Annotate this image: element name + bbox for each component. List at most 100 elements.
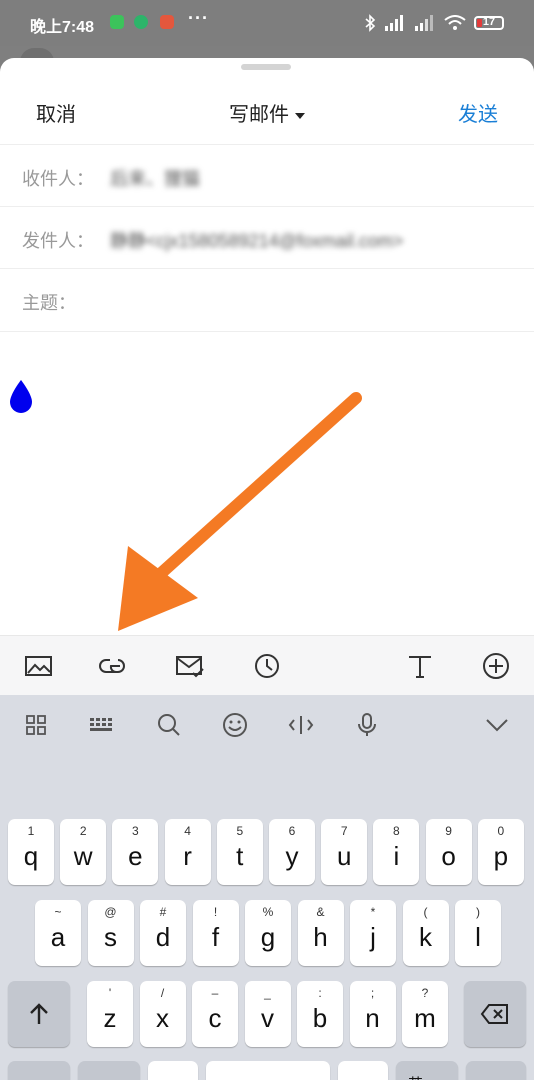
sender-field[interactable]: 发件人： 静静<cjx1580589214@foxmail.com> [0, 206, 534, 269]
key-x[interactable]: / x [139, 981, 186, 1047]
key-z[interactable]: ' z [87, 981, 133, 1047]
status-bar: 晚上7:48 ··· 17 [0, 0, 534, 46]
key-label: b [312, 1003, 328, 1033]
sender-value: 静静<cjx1580589214@foxmail.com> [110, 231, 404, 251]
key-label: u [336, 841, 352, 871]
emoji-icon[interactable] [220, 711, 250, 739]
key-label: d [155, 922, 171, 952]
compose-title[interactable]: 写邮件 [0, 98, 534, 127]
period-key[interactable]: 。 [338, 1061, 388, 1080]
key-q[interactable]: 1q [8, 819, 54, 885]
key-label: w [73, 841, 93, 871]
space-key[interactable]: space [206, 1061, 330, 1080]
keyboard-icon[interactable] [87, 711, 117, 739]
text-format-icon[interactable] [405, 652, 435, 680]
cursor-icon[interactable] [286, 711, 316, 739]
key-d[interactable]: # d [140, 900, 186, 966]
add-icon[interactable] [481, 652, 511, 680]
key-f[interactable]: ! f [192, 900, 239, 966]
comma-key-label: ， [148, 1061, 198, 1080]
key-h[interactable]: & h [297, 900, 344, 966]
key-hint: 0 [497, 824, 505, 838]
body-editor[interactable] [0, 332, 534, 634]
key-hint: 3 [132, 824, 139, 838]
search-icon[interactable] [154, 711, 184, 739]
clock-icon[interactable] [252, 652, 282, 680]
key-label: k [419, 922, 432, 952]
key-hint: ! [213, 905, 218, 919]
symbols-key[interactable]: 符 [8, 1061, 70, 1080]
key-k[interactable]: (k [402, 900, 449, 966]
key-e[interactable]: 3e [112, 819, 159, 885]
key-label: o [441, 841, 456, 871]
key-hint: 2 [79, 824, 87, 838]
key-v[interactable]: _ v [244, 981, 291, 1047]
key-label: n [365, 1003, 380, 1033]
send-button[interactable]: 发送 [458, 98, 498, 127]
arrow-up-icon [30, 1003, 48, 1024]
key-c[interactable]: – c [192, 981, 238, 1047]
grid-icon[interactable] [22, 711, 52, 739]
key-label: j [370, 922, 376, 952]
key-label: q [23, 841, 39, 871]
symbols-key-label: 符 [8, 1061, 70, 1080]
key-hint: : [318, 986, 322, 1000]
key-s[interactable]: @ s [87, 900, 134, 966]
image-icon[interactable] [24, 652, 54, 680]
microphone-icon[interactable] [352, 711, 382, 739]
mail-check-icon[interactable] [175, 652, 205, 680]
signal2-icon [415, 15, 433, 31]
key-hint: 9 [445, 824, 452, 838]
key-label: t [236, 841, 244, 871]
recipient-value: 后来、狸猫 [110, 169, 200, 189]
backspace-key[interactable] [464, 981, 526, 1047]
subject-label: 主题： [22, 293, 76, 313]
numbers-key-label: 123 [78, 1061, 140, 1080]
enter-key[interactable] [466, 1061, 526, 1080]
key-o[interactable]: 9o [425, 819, 472, 885]
shift-key[interactable] [8, 981, 70, 1047]
key-b[interactable]: :b [297, 981, 343, 1047]
key-g[interactable]: % g [245, 900, 291, 966]
key-j[interactable]: * j [350, 900, 396, 966]
key-i[interactable]: 8i [373, 819, 420, 885]
key-hint: * [370, 905, 376, 919]
recipient-field[interactable]: 收件人： 后来、狸猫 [0, 144, 534, 207]
key-label: c [208, 1003, 222, 1033]
key-t[interactable]: 5t [216, 819, 263, 885]
numbers-key[interactable]: 123 [78, 1061, 140, 1080]
key-label: s [104, 922, 117, 952]
status-time: 晚上7:48 [30, 19, 95, 36]
language-en-label: 英 [408, 1073, 423, 1080]
key-label: e [128, 841, 143, 871]
link-icon[interactable] [98, 652, 128, 680]
key-p[interactable]: 0p [477, 819, 524, 885]
format-toolbar [0, 635, 534, 696]
key-label: a [50, 922, 66, 952]
sender-label: 发件人： [22, 231, 94, 251]
key-l[interactable]: ) l [455, 900, 501, 966]
cursor-drop-icon[interactable] [8, 378, 34, 414]
keyboard: 1q2w3e4r5t6y7u8i9o0p ~ a @ s # d! f% g & h * j(k) l … [0, 695, 534, 1080]
key-n[interactable]: ; n [349, 981, 396, 1047]
chevron-down-icon [295, 112, 305, 119]
key-a[interactable]: ~ a [35, 900, 81, 966]
language-switch-key[interactable]: 英 中 [396, 1061, 458, 1080]
comma-key[interactable]: ， [148, 1061, 198, 1080]
key-y[interactable]: 6y [269, 819, 315, 885]
key-hint: # [159, 905, 167, 919]
key-hint: 7 [340, 824, 348, 838]
key-hint: 5 [236, 824, 244, 838]
signal-icon [385, 15, 403, 31]
backspace-icon [480, 1004, 508, 1024]
key-r[interactable]: 4r [164, 819, 211, 885]
key-m[interactable]: ? m [402, 981, 448, 1047]
chevron-down-icon[interactable] [482, 711, 512, 739]
key-w[interactable]: 2w [60, 819, 107, 885]
key-hint: / [160, 986, 165, 1000]
key-u[interactable]: 7u [321, 819, 368, 885]
subject-field[interactable]: 主题： [0, 268, 534, 332]
key-hint: ) [476, 905, 480, 919]
app-red-icon [160, 15, 174, 29]
wifi-icon [444, 15, 466, 30]
